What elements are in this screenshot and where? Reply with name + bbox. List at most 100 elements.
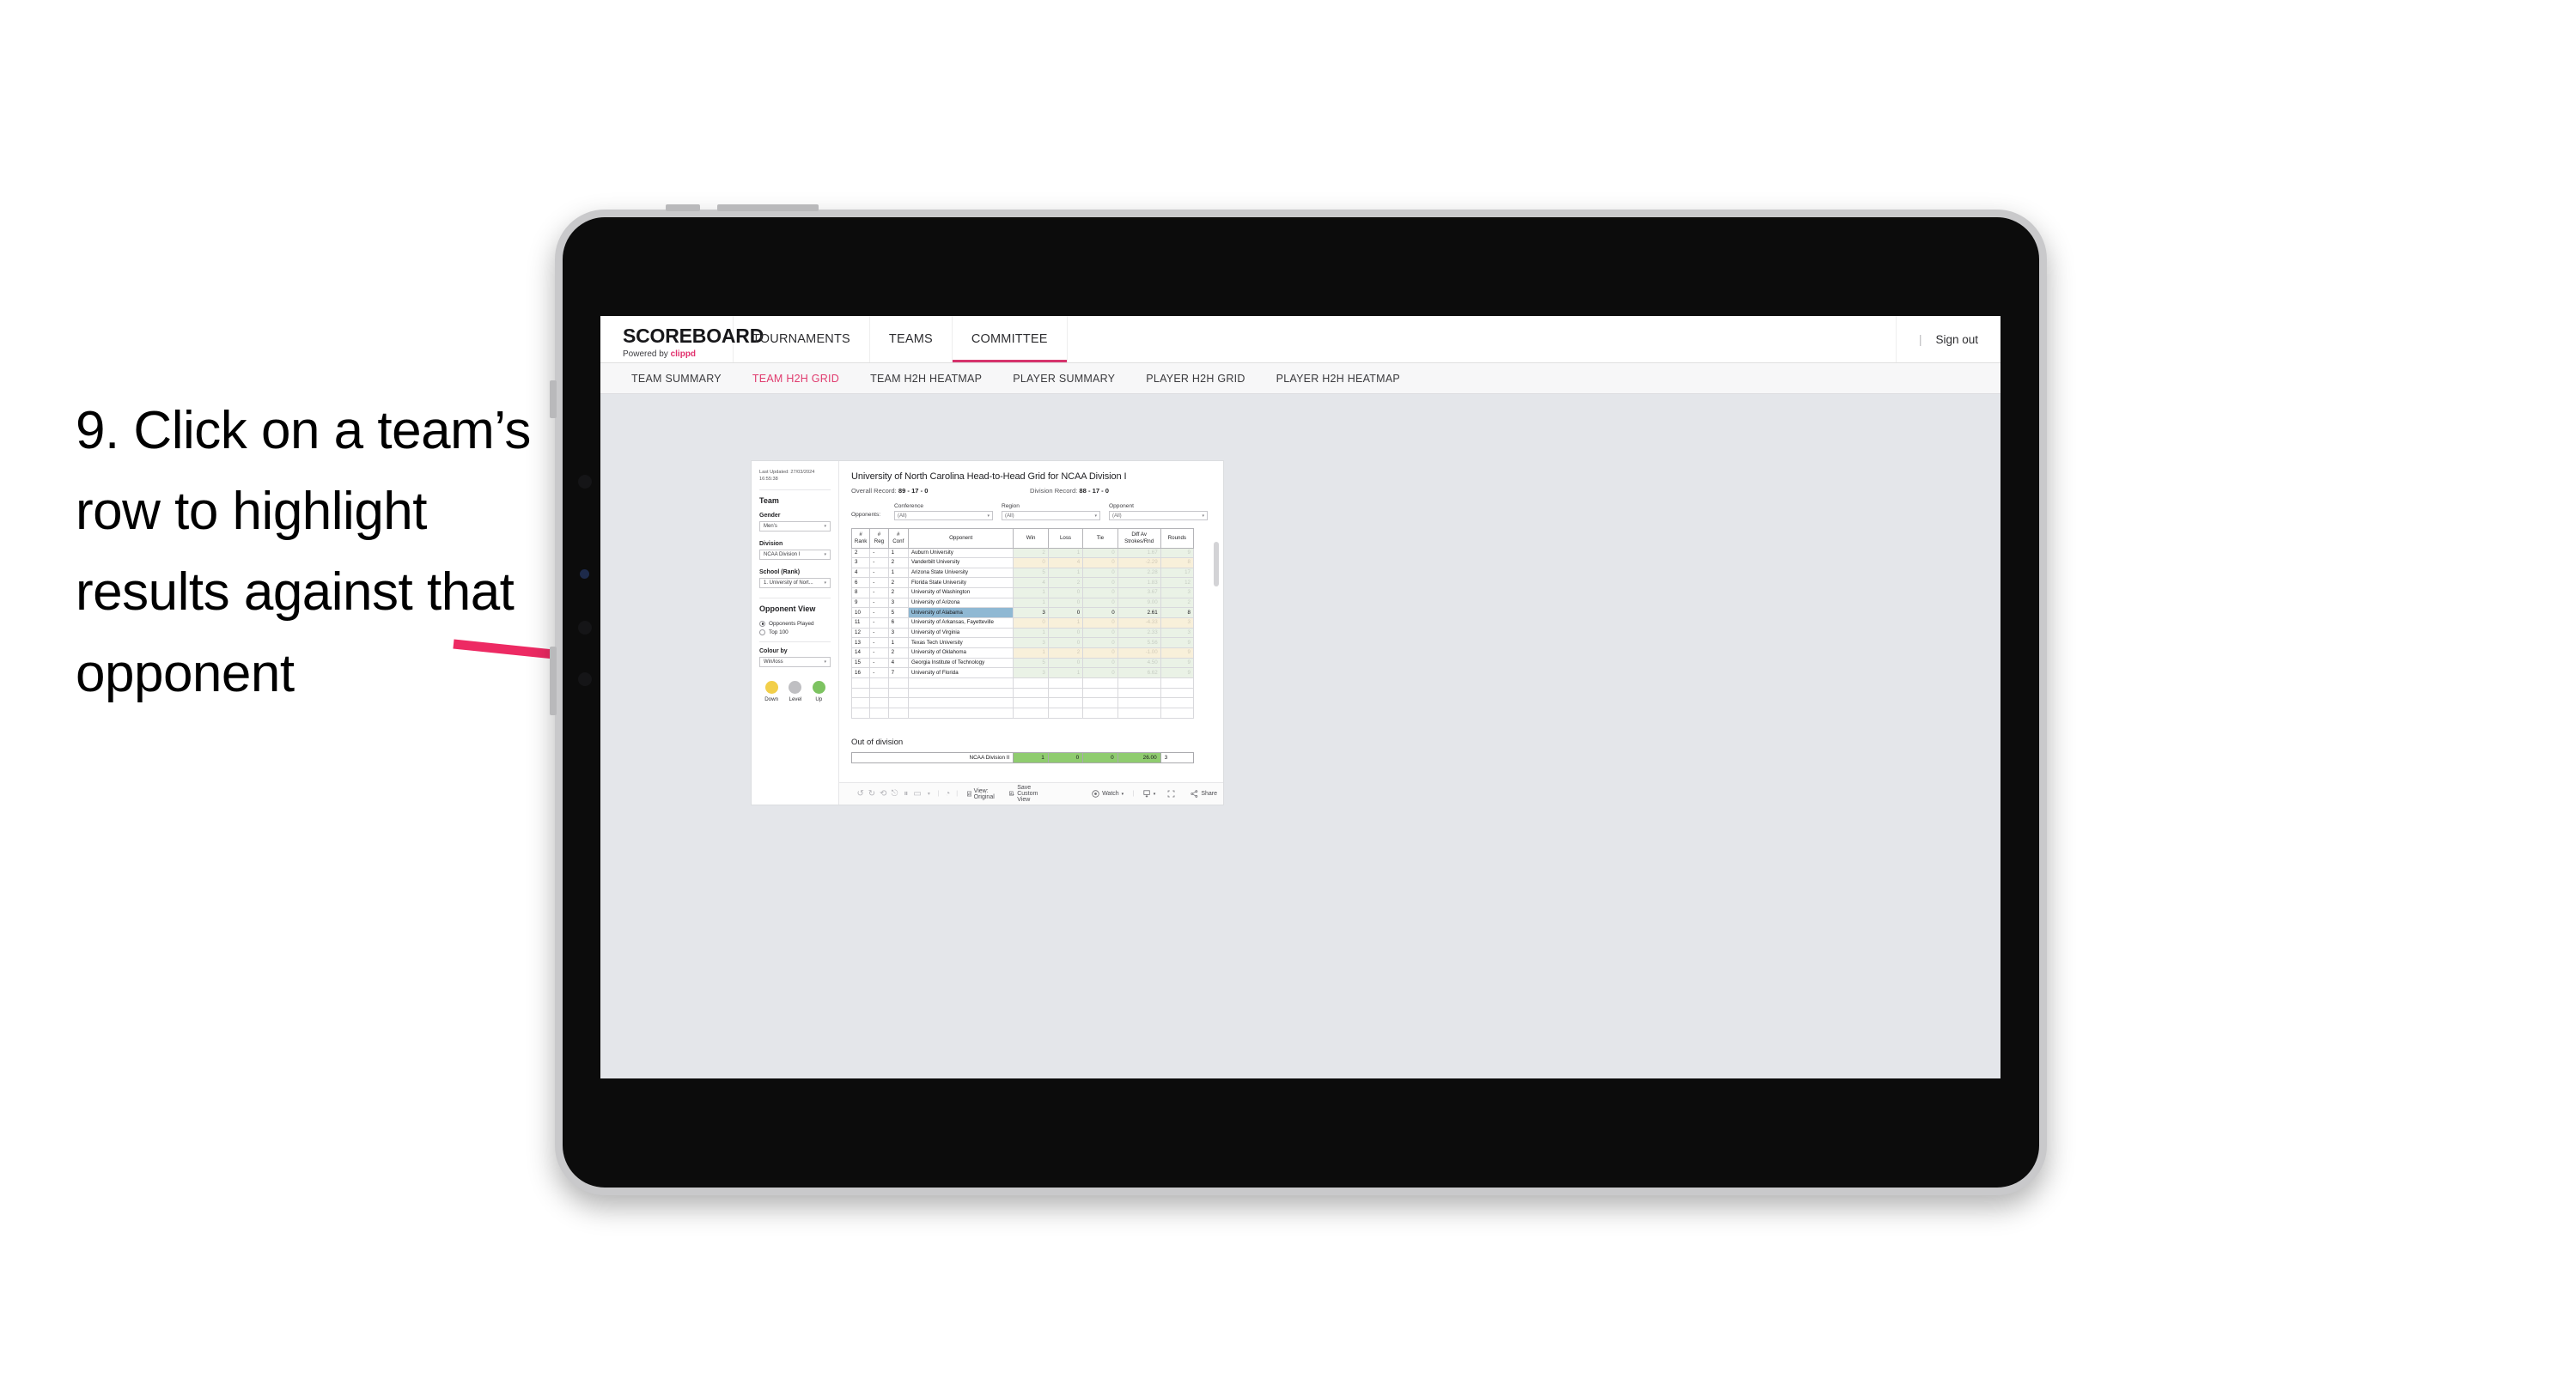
cell-empty <box>1047 708 1084 719</box>
clock-icon[interactable]: ◔ <box>942 789 953 799</box>
cell-opponent: Auburn University <box>907 547 1014 559</box>
table-row[interactable]: 11-6 University of Arkansas, Fayetteville… <box>850 617 1195 629</box>
table-row[interactable]: 2-1 Auburn University 2 1 0 1.67 9 <box>850 547 1195 559</box>
download-button[interactable]: ▾ <box>1137 790 1162 798</box>
radio-opponents-played[interactable]: Opponents Played <box>759 620 831 627</box>
radio-top-100[interactable]: Top 100 <box>759 629 831 635</box>
table-row[interactable]: 13-1 Texas Tech University 3 0 0 5.56 9 <box>850 637 1195 649</box>
ood-loss: 0 <box>1047 751 1084 763</box>
cell-diff: 9.00 <box>1117 597 1161 609</box>
cell-empty <box>887 687 909 699</box>
speaker-icon <box>578 621 592 635</box>
cell-opponent: Vanderbilt University <box>907 557 1014 568</box>
school-field: School (Rank) 1. University of Nort... ▾ <box>759 569 831 588</box>
cell-win: 0 <box>1013 617 1049 629</box>
sidebar-heading-opponent-view: Opponent View <box>759 604 816 613</box>
table-row[interactable]: 6-2 Florida State University 4 2 0 1.83 12 <box>850 577 1195 589</box>
cell-rounds: 8 <box>1160 557 1195 568</box>
powered-by-text: Powered by <box>623 349 671 359</box>
pause-updates-icon[interactable]: ⏸ <box>900 789 911 799</box>
table-row[interactable]: 4-1 Arizona State University 5 1 0 2.28 17 <box>850 567 1195 579</box>
opponents-label: Opponents: <box>851 512 881 518</box>
cell-rounds: 9 <box>1160 547 1195 559</box>
division-select[interactable]: NCAA Division I ▾ <box>759 549 831 560</box>
cell-loss: 2 <box>1047 647 1084 659</box>
watch-button[interactable]: Watch ▾ <box>1086 790 1130 798</box>
share-button[interactable]: Share <box>1184 790 1223 798</box>
opponent-label: Opponent <box>1109 503 1134 509</box>
top-nav-tournaments[interactable]: TOURNAMENTS <box>734 316 870 362</box>
cell-tie: 0 <box>1082 657 1118 669</box>
conference-label: Conference <box>894 503 924 509</box>
chevron-down-icon: ▾ <box>1121 791 1124 797</box>
table-row[interactable]: 3-2 Vanderbilt University 0 4 0 -2.29 8 <box>850 557 1195 568</box>
legend-dot-level <box>789 680 802 694</box>
chevron-down-icon[interactable]: ▾ <box>923 791 935 797</box>
cell-rank: 6 <box>850 577 871 589</box>
tab-team-h2h-heatmap[interactable]: TEAM H2H HEATMAP <box>855 373 997 385</box>
legend-item-up: Up <box>812 680 825 702</box>
top-nav-teams[interactable]: TEAMS <box>870 316 953 362</box>
table-row-empty <box>850 687 1195 699</box>
colour-by-select[interactable]: Win/loss ▾ <box>759 656 831 667</box>
cell-rank: 3 <box>850 557 871 568</box>
cell-opponent: University of Oklahoma <box>907 647 1014 659</box>
brand-title: SCOREBOARD <box>623 324 764 347</box>
sub-nav: TEAM SUMMARY TEAM H2H GRID TEAM H2H HEAT… <box>600 363 2001 394</box>
top-nav-divider: | <box>1918 332 1922 346</box>
revert-icon[interactable]: ⟲ <box>878 789 889 799</box>
opponent-select[interactable]: (All) ▾ <box>1109 511 1208 520</box>
table-row[interactable]: 15-4 Georgia Institute of Technology 5 0 0 4.… <box>850 657 1195 669</box>
workspace: Last Updated: 27/03/2024 16:55:38 Team G… <box>600 394 2001 1078</box>
out-of-division-row[interactable]: NCAA Division II 1 0 0 26.00 3 <box>850 751 1195 763</box>
cell-reg: - <box>869 637 889 649</box>
redo-icon[interactable]: ↻ <box>866 789 877 799</box>
cell-win: 3 <box>1013 637 1049 649</box>
table-row[interactable]: 14-2 University of Oklahoma 1 2 0 -1.00 9 <box>850 647 1195 659</box>
tab-player-summary[interactable]: PLAYER SUMMARY <box>997 373 1130 385</box>
device-layout-icon[interactable]: ▭ <box>911 789 923 799</box>
cell-conf: 6 <box>887 617 909 629</box>
undo-icon[interactable]: ↺ <box>855 789 866 799</box>
col-diff: Diff Av Strokes/Rnd <box>1117 528 1161 549</box>
tab-player-h2h-grid[interactable]: PLAYER H2H GRID <box>1130 373 1260 385</box>
table-row[interactable]: 12-3 University of Virginia 1 0 0 2.33 3 <box>850 627 1195 639</box>
tab-team-h2h-grid[interactable]: TEAM H2H GRID <box>737 373 855 385</box>
device-button-left-upper <box>550 380 557 418</box>
refresh-data-icon[interactable]: ⎋ <box>889 789 900 799</box>
camera-icon <box>578 475 592 489</box>
col-tie: Tie <box>1082 528 1118 549</box>
table-row[interactable]: 10-5 University of Alabama 3 0 0 2.61 8 <box>850 607 1195 619</box>
cell-tie: 0 <box>1082 547 1118 559</box>
table-row-empty <box>850 697 1195 708</box>
gender-label: Gender <box>759 512 781 519</box>
cell-win: 0 <box>1013 557 1049 568</box>
gender-select[interactable]: Men’s ▾ <box>759 520 831 532</box>
view-original-button[interactable]: View: Original <box>961 788 1004 800</box>
radio-top-100-label: Top 100 <box>769 629 789 635</box>
chevron-down-icon: ▾ <box>1202 513 1204 519</box>
cell-empty <box>1047 677 1084 689</box>
cell-rounds: 9 <box>1160 647 1195 659</box>
table-row[interactable]: 16-7 University of Florida 3 1 0 6.62 9 <box>850 667 1195 679</box>
fullscreen-button[interactable] <box>1161 790 1181 798</box>
cell-rounds: 9 <box>1160 657 1195 669</box>
table-row[interactable]: 8-2 University of Washington 1 0 0 3.67 3 <box>850 587 1195 598</box>
sidebar-divider-1 <box>759 489 831 490</box>
tab-team-summary[interactable]: TEAM SUMMARY <box>616 373 737 385</box>
cell-win: 3 <box>1013 667 1049 679</box>
conference-select[interactable]: (All) ▾ <box>894 511 993 520</box>
top-nav-committee[interactable]: COMMITTEE <box>952 316 1068 362</box>
brand-logo[interactable]: SCOREBOARD Powered by clippd <box>600 316 764 362</box>
save-custom-view-button[interactable]: Save Custom View <box>1003 785 1056 803</box>
vertical-scrollbar[interactable] <box>1214 542 1219 586</box>
region-select[interactable]: (All) ▾ <box>1002 511 1100 520</box>
cell-empty <box>887 677 909 689</box>
cell-diff: 3.67 <box>1117 587 1161 598</box>
sign-out-link[interactable]: Sign out <box>1935 333 1978 346</box>
tab-player-h2h-heatmap[interactable]: PLAYER H2H HEATMAP <box>1261 373 1416 385</box>
school-select[interactable]: 1. University of Nort... ▾ <box>759 577 831 588</box>
table-row[interactable]: 9-3 University of Arizona 1 0 0 9.00 2 <box>850 597 1195 609</box>
cell-win: 1 <box>1013 597 1049 609</box>
cell-empty <box>1117 687 1161 699</box>
